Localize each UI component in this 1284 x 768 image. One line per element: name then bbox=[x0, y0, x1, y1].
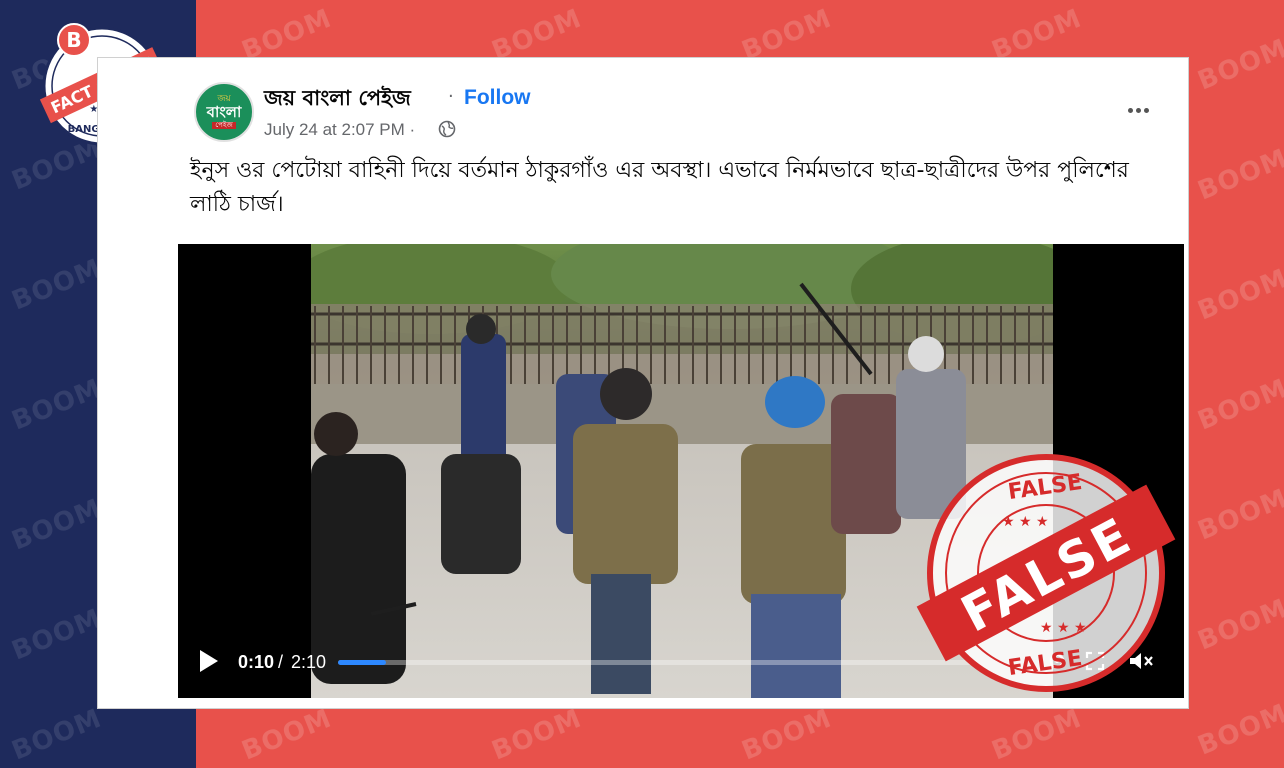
play-button[interactable] bbox=[200, 650, 218, 672]
false-verdict-stamp: FALSE FALSE ★ ★ ★ ★ ★ ★ FALSE bbox=[916, 454, 1176, 692]
follow-button[interactable]: Follow bbox=[464, 86, 531, 110]
globe-icon bbox=[438, 120, 456, 138]
badge-letter: B bbox=[66, 28, 81, 52]
post-body-text: ইনুস ওর পেটোয়া বাহিনী দিয়ে বর্তমান ঠাক… bbox=[190, 158, 1129, 217]
stamp-stars-bottom: ★ ★ ★ bbox=[1040, 620, 1087, 636]
page-name-link[interactable]: জয় বাংলা পেইজ bbox=[264, 82, 411, 117]
post-timestamp[interactable]: July 24 at 2:07 PM · bbox=[264, 120, 415, 140]
page-avatar[interactable]: জয় বাংলা পেইজ bbox=[194, 82, 254, 142]
more-options-icon[interactable] bbox=[1128, 98, 1158, 118]
video-progress-bar[interactable] bbox=[338, 660, 978, 665]
avatar-line3: পেইজ bbox=[212, 121, 236, 129]
avatar-line2: বাংলা bbox=[206, 103, 242, 122]
stamp-stars-top: ★ ★ ★ bbox=[1002, 514, 1049, 530]
current-time: 0:10 bbox=[238, 652, 275, 672]
separator-dot: · bbox=[448, 86, 454, 107]
total-time: 2:10 bbox=[291, 652, 327, 672]
time-separator: / bbox=[278, 652, 284, 672]
video-progress-fill bbox=[338, 660, 386, 665]
